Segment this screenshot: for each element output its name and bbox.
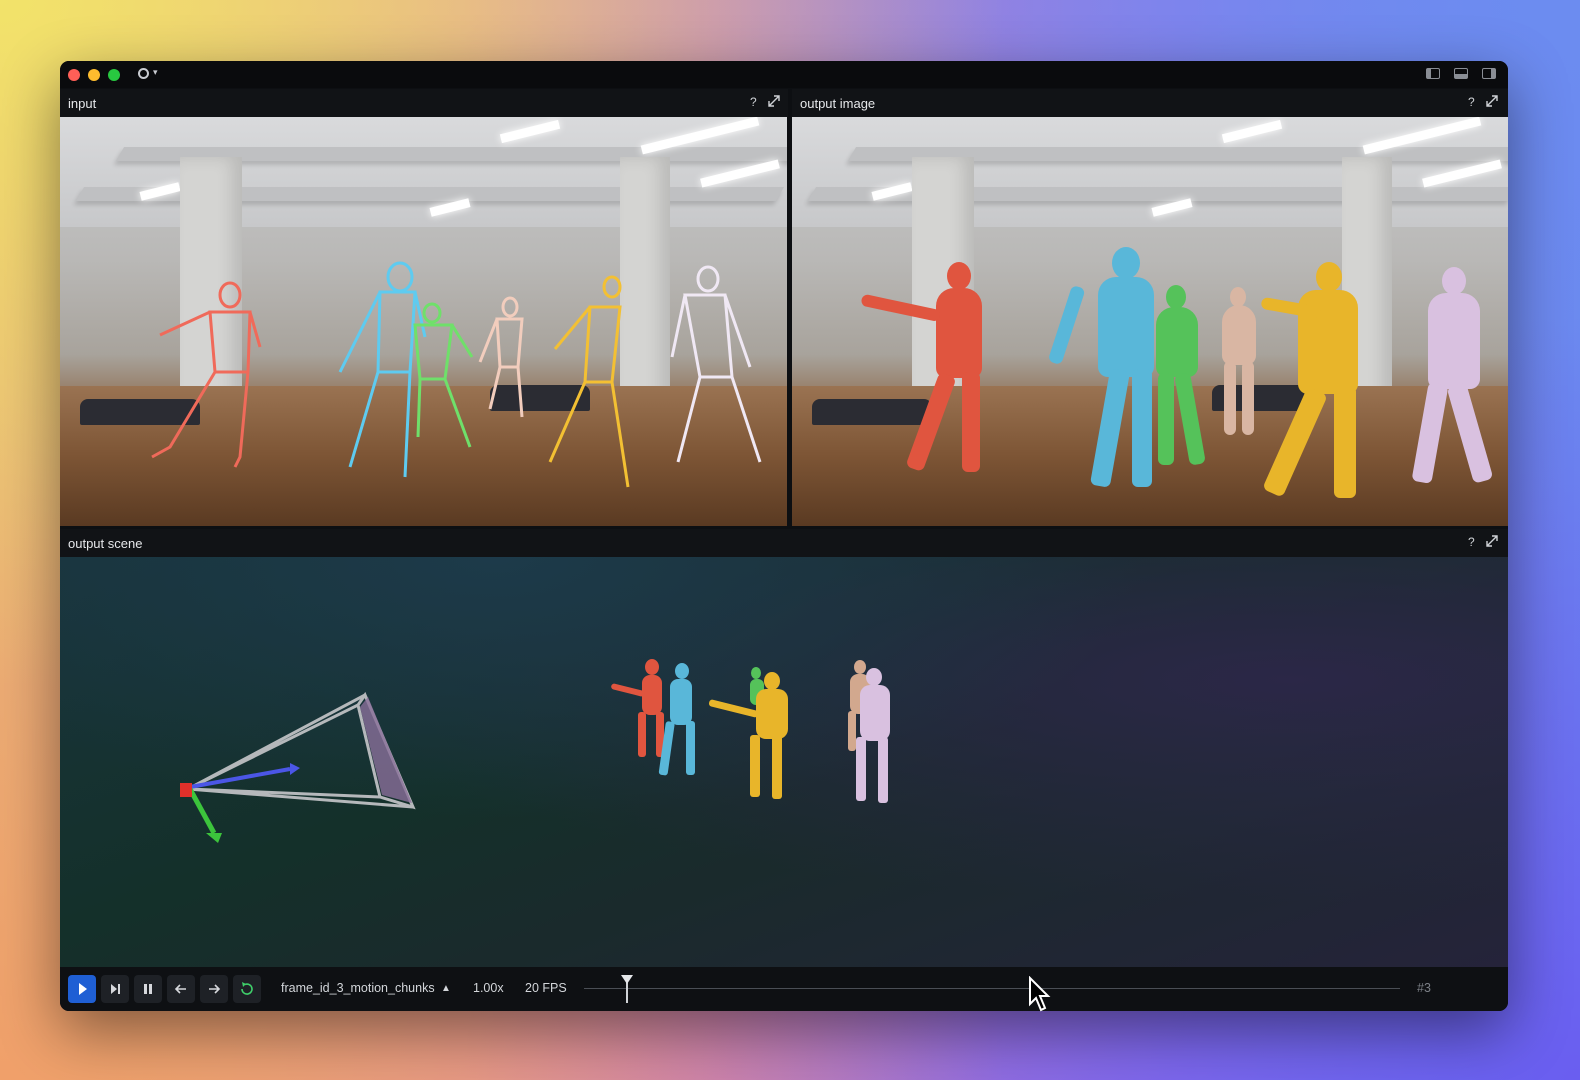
panel-title: input (68, 96, 97, 111)
camera-z-axis (189, 767, 291, 789)
camera-y-arrow (206, 833, 222, 843)
playback-speed[interactable]: 1.00x (473, 981, 504, 995)
step-forward-button[interactable] (101, 975, 129, 1003)
skeleton-tan (478, 296, 524, 418)
expand-icon[interactable] (1486, 535, 1498, 547)
playback-bar: frame_id_3_motion_chunks ▲ 1.00x 20 FPS … (60, 967, 1508, 1011)
right-panel-toggle-icon[interactable] (1482, 68, 1496, 79)
help-button[interactable]: ? (1468, 95, 1475, 109)
arrow-right-icon (209, 984, 221, 994)
pause-icon (144, 984, 152, 994)
step-next-button[interactable] (200, 975, 228, 1003)
scene-person-yellow (708, 672, 788, 799)
output-scene-panel-header: output scene ? (60, 529, 1508, 557)
ceiling (792, 117, 1508, 227)
panel-title: output image (800, 96, 876, 111)
output-scene-3d-view[interactable] (60, 557, 1508, 967)
arrow-left-icon (174, 984, 186, 994)
output-image-view[interactable] (792, 117, 1508, 526)
skeleton-yellow (548, 275, 630, 488)
loop-button[interactable] (233, 975, 261, 1003)
left-panel-toggle-icon[interactable] (1426, 68, 1440, 79)
skeleton-green (413, 302, 474, 448)
help-button[interactable]: ? (1468, 535, 1475, 549)
camera-x-axis (180, 783, 192, 797)
input-panel-header: input ? (60, 89, 788, 117)
frame-label: #3 (1417, 981, 1431, 995)
scene-overlay (180, 659, 890, 843)
skeleton-lilac (670, 265, 762, 463)
step-forward-icon (111, 984, 120, 994)
mouse-cursor-icon (1029, 976, 1051, 1012)
timeline-dropdown-caret[interactable]: ▲ (441, 983, 451, 994)
timeline-selector[interactable]: frame_id_3_motion_chunks (281, 981, 435, 995)
playhead-handle[interactable] (621, 975, 633, 984)
output-image-panel-header: output image ? (792, 89, 1508, 117)
panel-title: output scene (68, 536, 143, 551)
skeleton-blue (338, 261, 427, 478)
playback-fps[interactable]: 20 FPS (525, 981, 567, 995)
play-icon (79, 983, 87, 995)
pause-button[interactable] (134, 975, 162, 1003)
minimize-window-button[interactable] (88, 69, 100, 81)
camera-z-arrow (290, 763, 300, 775)
play-button[interactable] (68, 975, 96, 1003)
help-button[interactable]: ? (750, 95, 757, 109)
step-back-button[interactable] (167, 975, 195, 1003)
close-window-button[interactable] (68, 69, 80, 81)
input-image-view[interactable] (60, 117, 787, 526)
rerun-logo-icon (138, 68, 149, 79)
bags (812, 399, 932, 425)
skeleton-red (151, 281, 262, 468)
expand-icon[interactable] (1486, 95, 1498, 107)
viewer-window: ▾ input ? output image ? output scene ? … (60, 61, 1508, 1011)
title-bar: ▾ (60, 61, 1508, 88)
scene-person-red (611, 659, 664, 757)
timeline-track[interactable] (584, 988, 1400, 989)
expand-icon[interactable] (768, 95, 780, 107)
chevron-down-icon: ▾ (153, 67, 158, 77)
zoom-window-button[interactable] (108, 69, 120, 81)
bottom-panel-toggle-icon[interactable] (1454, 68, 1468, 79)
camera-y-axis (187, 787, 217, 835)
loop-icon (241, 982, 253, 995)
app-menu-button[interactable]: ▾ (138, 66, 164, 83)
skeleton-overlay (151, 261, 762, 488)
